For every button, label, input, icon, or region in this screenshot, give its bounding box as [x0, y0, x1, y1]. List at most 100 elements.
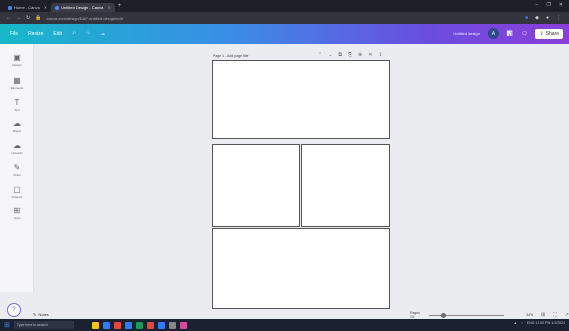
help-icon: ?	[12, 307, 16, 313]
zoom-slider[interactable]	[429, 312, 505, 318]
page-toolbar: ⌃ ⌄ ⧉ ⎘ ⊕ ✕ ⇪	[318, 52, 383, 58]
taskbar-app-icon[interactable]	[124, 321, 132, 329]
resize-button[interactable]: Resize	[28, 31, 43, 37]
copy-page-icon[interactable]: ⎘	[348, 52, 352, 58]
zoom-slider-handle[interactable]	[440, 312, 446, 318]
layout-frame-middle-right[interactable]	[301, 144, 390, 227]
design-icon: ▣	[13, 53, 21, 62]
tab-close-icon[interactable]: ✕	[107, 5, 110, 10]
undo-icon[interactable]: ↶	[72, 31, 76, 37]
move-page-down-icon[interactable]: ⌄	[328, 52, 332, 58]
browser-tab-design[interactable]: Untitled Design - Canva ✕	[51, 3, 115, 12]
share-icon: ⇪	[539, 30, 544, 37]
windows-start-icon[interactable]: ⊞	[4, 321, 10, 329]
taskbar-app-icon[interactable]	[168, 321, 176, 329]
taskbar-app-icon[interactable]	[157, 321, 165, 329]
profile-icon[interactable]: ●	[546, 15, 549, 21]
taskbar-app-icon[interactable]	[146, 321, 154, 329]
lock-icon: 🔒	[35, 15, 42, 21]
move-page-up-icon[interactable]: ⌃	[318, 52, 322, 58]
sidebar-item-brand[interactable]: ☁ Brand	[0, 119, 34, 134]
sidebar-item-text[interactable]: T Text	[0, 99, 34, 113]
tab-label: Home - Canva	[14, 5, 40, 10]
avatar[interactable]: A	[487, 28, 499, 39]
layout-frame-middle-left[interactable]	[212, 144, 300, 227]
sidebar-item-label: Uploads	[11, 151, 23, 155]
edit-menu[interactable]: Edit	[53, 31, 62, 37]
file-menu[interactable]: File	[10, 31, 18, 37]
system-tray: ▲ ♪ ENG 12:00 PM 1/1/2024	[514, 321, 565, 325]
delete-page-icon[interactable]: ✕	[368, 52, 372, 58]
draw-icon: ✎	[13, 163, 21, 172]
editor-header: File Resize Edit ↶ ↷ ☁ Untitled design A…	[0, 24, 569, 44]
sidebar-item-label: Design	[12, 63, 22, 67]
layout-frame-bottom[interactable]	[212, 228, 390, 309]
elements-icon: ▦	[13, 76, 21, 85]
brand-icon: ☁	[13, 119, 21, 128]
zoom-percent[interactable]: 34%	[526, 313, 533, 317]
taskbar-app-icon[interactable]	[113, 321, 121, 329]
stats-icon[interactable]: 📊	[507, 31, 513, 37]
page-indicator[interactable]: Pages 1/1	[410, 311, 425, 319]
share-button[interactable]: ⇪ Share	[535, 28, 563, 39]
sidebar-item-apps[interactable]: ⊞ Apps	[0, 206, 34, 221]
close-window-icon[interactable]: ✕	[559, 2, 563, 8]
layout-frame-top[interactable]	[212, 60, 390, 139]
forward-icon[interactable]: →	[16, 15, 21, 21]
browser-tab-home[interactable]: Home - Canva ✕	[4, 3, 51, 12]
browser-toolbar-icons: ■ ◆ ● ⋮	[525, 15, 561, 21]
back-icon[interactable]: ←	[6, 15, 11, 21]
taskbar-app-icon[interactable]	[102, 321, 110, 329]
sidebar-item-label: Draw	[13, 173, 21, 177]
duplicate-page-icon[interactable]: ⧉	[338, 52, 342, 58]
add-page-icon[interactable]: ⊕	[358, 52, 362, 58]
tab-label: Untitled Design - Canva	[61, 5, 104, 10]
header-right-group: Untitled design A 📊 🗨 ⇪ Share	[453, 28, 563, 39]
tab-favicon-icon	[55, 5, 60, 10]
taskbar-apps	[91, 321, 187, 329]
reload-icon[interactable]: ↻	[26, 15, 30, 21]
network-icon[interactable]: ▲	[514, 321, 517, 325]
url-field[interactable]: canva.com/design/DAF-untitled-design/edi…	[46, 16, 122, 21]
expand-icon[interactable]: ↗	[565, 312, 569, 318]
sidebar-item-draw[interactable]: ✎ Draw	[0, 163, 34, 178]
sidebar-item-uploads[interactable]: ☁ Uploads	[0, 141, 34, 156]
export-page-icon[interactable]: ⇪	[378, 52, 382, 58]
projects-icon: ▢	[13, 185, 21, 194]
taskbar-search-input[interactable]: Type here to search	[13, 321, 74, 329]
sidebar-item-design[interactable]: ▣ Design	[0, 53, 34, 68]
volume-icon[interactable]: ♪	[521, 321, 523, 325]
extension-icon[interactable]: ◆	[535, 15, 539, 21]
cloud-save-icon: ☁	[100, 31, 106, 37]
browser-menu-icon[interactable]: ⋮	[556, 15, 561, 21]
comment-icon[interactable]: 🗨	[521, 31, 527, 37]
help-button[interactable]: ?	[7, 303, 21, 317]
taskbar-app-icon[interactable]	[91, 321, 99, 329]
maximize-icon[interactable]: ❐	[546, 2, 550, 8]
clock[interactable]: ENG 12:00 PM 1/1/2024	[527, 321, 565, 325]
taskbar-app-icon[interactable]	[179, 321, 187, 329]
sidebar-item-label: Elements	[10, 86, 24, 90]
fullscreen-icon[interactable]: ⛶	[553, 312, 557, 318]
extension-icon[interactable]: ■	[525, 15, 528, 21]
left-sidebar: ▣ Design ▦ Elements T Text ☁ Brand ☁ Upl…	[0, 44, 34, 292]
grid-view-icon[interactable]: ⊞	[541, 312, 545, 318]
redo-icon[interactable]: ↷	[86, 31, 90, 37]
sidebar-item-label: Apps	[13, 216, 21, 220]
sidebar-item-elements[interactable]: ▦ Elements	[0, 76, 34, 91]
notes-button[interactable]: ✎ Notes	[33, 312, 49, 317]
share-label: Share	[545, 30, 559, 37]
notes-label: Notes	[38, 312, 49, 317]
sidebar-item-projects[interactable]: ▢ Projects	[0, 185, 34, 200]
minimize-icon[interactable]: –	[536, 2, 539, 8]
new-tab-button[interactable]: +	[118, 3, 122, 9]
tab-close-icon[interactable]: ✕	[44, 5, 47, 10]
file-name[interactable]: Untitled design	[453, 31, 479, 36]
taskbar-app-icon[interactable]	[135, 321, 143, 329]
tab-favicon-icon	[8, 5, 12, 10]
window-controls: – ❐ ✕	[536, 2, 563, 8]
apps-icon: ⊞	[13, 206, 21, 215]
os-taskbar: ⊞ Type here to search ▲ ♪ ENG 12:00 PM 1…	[0, 319, 569, 331]
uploads-icon: ☁	[13, 141, 21, 150]
sidebar-item-label: Text	[14, 108, 20, 112]
